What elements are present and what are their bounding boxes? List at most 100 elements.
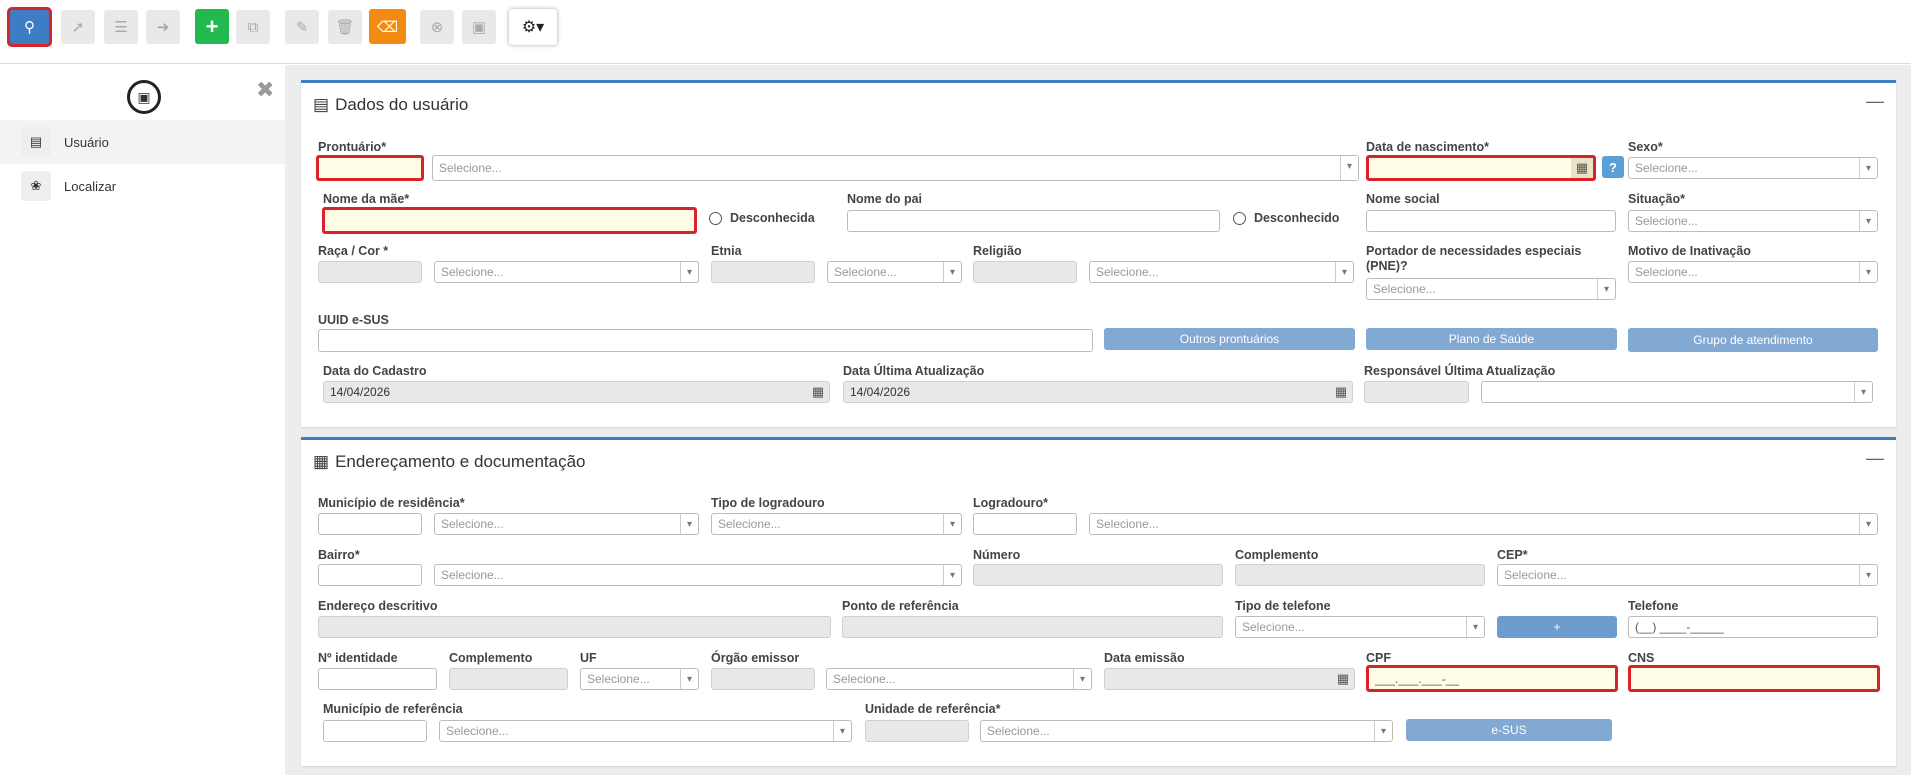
- grupo-atendimento-button[interactable]: Grupo de atendimento: [1628, 328, 1878, 352]
- bairro-code-input[interactable]: [318, 564, 422, 586]
- calendar-icon[interactable]: ▦: [1571, 158, 1593, 178]
- raca-select[interactable]: Selecione...: [434, 261, 699, 283]
- logradouro-select[interactable]: Selecione...: [1089, 513, 1878, 535]
- bairro-select[interactable]: Selecione...: [434, 564, 962, 586]
- prontuario-input[interactable]: [316, 155, 424, 181]
- prontuario-select[interactable]: Selecione...: [432, 155, 1359, 181]
- copy-icon: ⧉: [247, 18, 259, 36]
- desconhecido-radio[interactable]: Desconhecido: [1233, 211, 1339, 225]
- telefone-label: Telefone: [1628, 599, 1679, 613]
- uf-label: UF: [580, 651, 597, 665]
- nome-mae-label: Nome da mãe*: [323, 192, 410, 206]
- panel-title: ▤ Dados do usuário: [313, 95, 469, 114]
- close-circle-icon: ⊗: [430, 19, 444, 36]
- cns-input[interactable]: [1628, 665, 1880, 692]
- responsavel-code-input: [1364, 381, 1469, 403]
- cancel-button[interactable]: ⊗: [420, 10, 454, 44]
- telefone-input[interactable]: (__) ____-_____: [1628, 616, 1878, 638]
- etnia-code-input[interactable]: [711, 261, 815, 283]
- data-cadastro-input: 14/04/2026 ▦: [323, 381, 830, 403]
- esus-button[interactable]: e-SUS: [1406, 719, 1612, 741]
- back-button[interactable]: ➚: [61, 10, 95, 44]
- sidebar-item-label: Localizar: [64, 178, 117, 194]
- radio-circle[interactable]: [1233, 211, 1246, 225]
- tipo-logradouro-select[interactable]: Selecione...: [711, 513, 962, 535]
- outros-prontuarios-button[interactable]: Outros prontuários: [1104, 328, 1355, 350]
- calendar-icon[interactable]: ▦: [807, 382, 829, 402]
- logradouro-code-input[interactable]: [973, 513, 1077, 535]
- endereco-descritivo-label: Endereço descritivo: [318, 599, 438, 613]
- delete-button[interactable]: 🗑: [328, 10, 362, 44]
- complemento-doc-label: Complemento: [449, 651, 533, 665]
- responsavel-select[interactable]: [1481, 381, 1873, 403]
- forward-button[interactable]: ➜: [146, 10, 180, 44]
- municipio-select[interactable]: Selecione...: [434, 513, 699, 535]
- sidebar-item-localizar[interactable]: ❀ Localizar: [0, 164, 285, 208]
- collapse-icon[interactable]: —: [1866, 448, 1884, 469]
- identidade-input[interactable]: [318, 668, 437, 690]
- pne-select[interactable]: Selecione...: [1366, 278, 1616, 300]
- unidade-referencia-select[interactable]: Selecione...: [980, 720, 1393, 742]
- trash-icon: 🗑: [335, 19, 355, 36]
- endereco-descritivo-input[interactable]: [318, 616, 831, 638]
- nome-social-input[interactable]: [1366, 210, 1616, 232]
- sexo-select[interactable]: Selecione...: [1628, 157, 1878, 179]
- clear-button[interactable]: ⌫: [369, 9, 406, 44]
- radio-circle[interactable]: [709, 211, 722, 225]
- user-badge-icon: ▣: [127, 80, 161, 114]
- cep-label: CEP*: [1497, 548, 1528, 562]
- nome-mae-input[interactable]: [322, 207, 697, 234]
- motivo-select[interactable]: Selecione...: [1628, 261, 1878, 283]
- data-emissao-input[interactable]: ▦: [1104, 668, 1355, 690]
- sidebar: ▣ ✖ ▤ Usuário ❀ Localizar: [0, 65, 285, 775]
- search-button[interactable]: ⚲: [7, 7, 52, 47]
- orgao-emissor-select[interactable]: Selecione...: [826, 668, 1092, 690]
- bairro-label: Bairro*: [318, 548, 360, 562]
- motivo-label: Motivo de Inativação: [1628, 244, 1751, 258]
- sidebar-item-usuario[interactable]: ▤ Usuário: [0, 120, 285, 164]
- data-nascimento-input[interactable]: ▦: [1366, 155, 1596, 181]
- orgao-emissor-label: Órgão emissor: [711, 651, 800, 665]
- help-button[interactable]: ?: [1602, 156, 1624, 178]
- calendar-icon[interactable]: ▦: [1330, 382, 1352, 402]
- id-card-icon: ▤: [21, 127, 51, 157]
- cpf-input[interactable]: ___.___.___-__: [1366, 665, 1618, 692]
- list-button[interactable]: ☰: [104, 10, 138, 44]
- situacao-select[interactable]: Selecione...: [1628, 210, 1878, 232]
- municipio-referencia-code-input[interactable]: [323, 720, 427, 742]
- data-atualizacao-label: Data Última Atualização: [843, 364, 985, 378]
- religiao-code-input[interactable]: [973, 261, 1077, 283]
- desconhecida-radio[interactable]: Desconhecida: [709, 211, 815, 225]
- unidade-referencia-code-input[interactable]: [865, 720, 969, 742]
- edit-button[interactable]: ✎: [285, 10, 319, 44]
- data-atualizacao-input: 14/04/2026 ▦: [843, 381, 1353, 403]
- copy-button[interactable]: ⧉: [236, 10, 270, 44]
- ponto-referencia-input[interactable]: [842, 616, 1223, 638]
- calendar-icon[interactable]: ▦: [1332, 669, 1354, 689]
- plano-saude-button[interactable]: Plano de Saúde: [1366, 328, 1617, 350]
- religiao-select[interactable]: Selecione...: [1089, 261, 1354, 283]
- nome-pai-input[interactable]: [847, 210, 1220, 232]
- add-button[interactable]: +: [195, 9, 229, 44]
- collapse-icon[interactable]: —: [1866, 91, 1884, 112]
- close-icon[interactable]: ✖: [256, 77, 274, 103]
- cep-select[interactable]: Selecione...: [1497, 564, 1878, 586]
- complemento-doc-input[interactable]: [449, 668, 568, 690]
- raca-code-input[interactable]: [318, 261, 422, 283]
- etnia-select[interactable]: Selecione...: [827, 261, 962, 283]
- add-telefone-button[interactable]: +: [1497, 616, 1617, 638]
- arrow-left-icon: ➚: [71, 19, 85, 36]
- settings-button[interactable]: ⚙▾: [509, 9, 557, 45]
- uf-select[interactable]: Selecione...: [580, 668, 699, 690]
- municipio-code-input[interactable]: [318, 513, 422, 535]
- uuid-input[interactable]: [318, 329, 1093, 352]
- save-button[interactable]: ▣: [462, 10, 496, 44]
- municipio-referencia-select[interactable]: Selecione...: [439, 720, 852, 742]
- tipo-telefone-select[interactable]: Selecione...: [1235, 616, 1485, 638]
- orgao-emissor-code-input[interactable]: [711, 668, 815, 690]
- numero-input[interactable]: [973, 564, 1223, 586]
- numero-label: Número: [973, 548, 1021, 562]
- complemento-input[interactable]: [1235, 564, 1485, 586]
- fingerprint-icon: ❀: [21, 171, 51, 201]
- uuid-label: UUID e-SUS: [318, 313, 389, 327]
